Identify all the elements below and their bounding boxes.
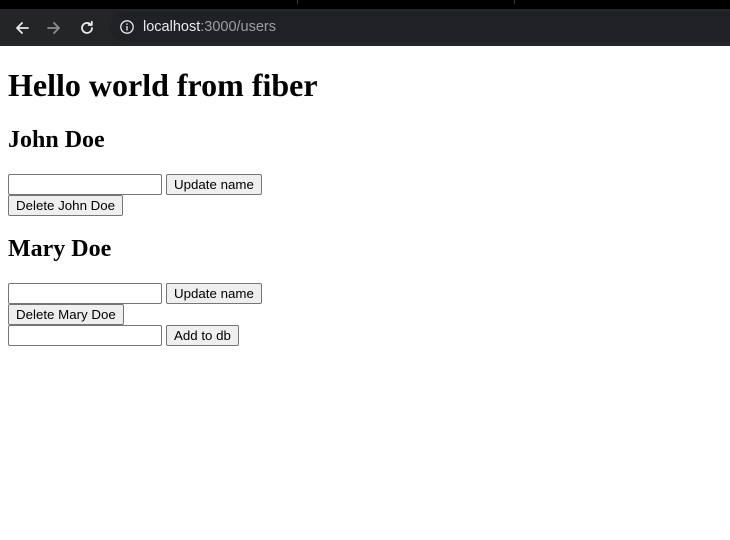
reload-icon — [81, 20, 93, 34]
add-row: Add to db — [8, 325, 722, 346]
update-name-button[interactable]: Update name — [166, 174, 262, 195]
add-to-db-button[interactable]: Add to db — [166, 325, 239, 346]
back-button[interactable] — [8, 9, 36, 46]
delete-row: Delete Mary Doe — [8, 304, 722, 325]
url-host: localhost — [143, 19, 201, 35]
page-title: Hello world from fiber — [8, 67, 318, 103]
delete-row: Delete John Doe — [8, 195, 722, 216]
forward-arrow-icon — [47, 21, 60, 34]
name-input[interactable] — [8, 283, 162, 304]
update-row: Update name — [8, 174, 722, 195]
user-name-heading: Mary Doe — [8, 236, 112, 262]
info-icon[interactable] — [119, 19, 135, 35]
delete-user-button[interactable]: Delete Mary Doe — [8, 304, 124, 325]
update-row: Update name — [8, 283, 722, 304]
tab-divider — [297, 0, 298, 4]
window-top-strip — [0, 0, 730, 9]
new-user-input[interactable] — [8, 325, 162, 346]
back-arrow-icon — [16, 21, 29, 34]
url-text[interactable]: localhost:3000/users — [143, 12, 276, 42]
url-path: :3000/users — [200, 19, 277, 35]
reload-button[interactable] — [73, 9, 101, 46]
update-name-button[interactable]: Update name — [166, 283, 262, 304]
page-content: Hello world from fiber John Doe Update n… — [8, 46, 722, 346]
address-bar[interactable]: localhost:3000/users — [110, 12, 730, 42]
tab-divider — [514, 0, 515, 4]
browser-toolbar: localhost:3000/users — [0, 9, 730, 46]
forward-button[interactable] — [40, 9, 68, 46]
user-name-heading: John Doe — [8, 127, 105, 153]
delete-user-button[interactable]: Delete John Doe — [8, 195, 124, 216]
name-input[interactable] — [8, 174, 162, 195]
